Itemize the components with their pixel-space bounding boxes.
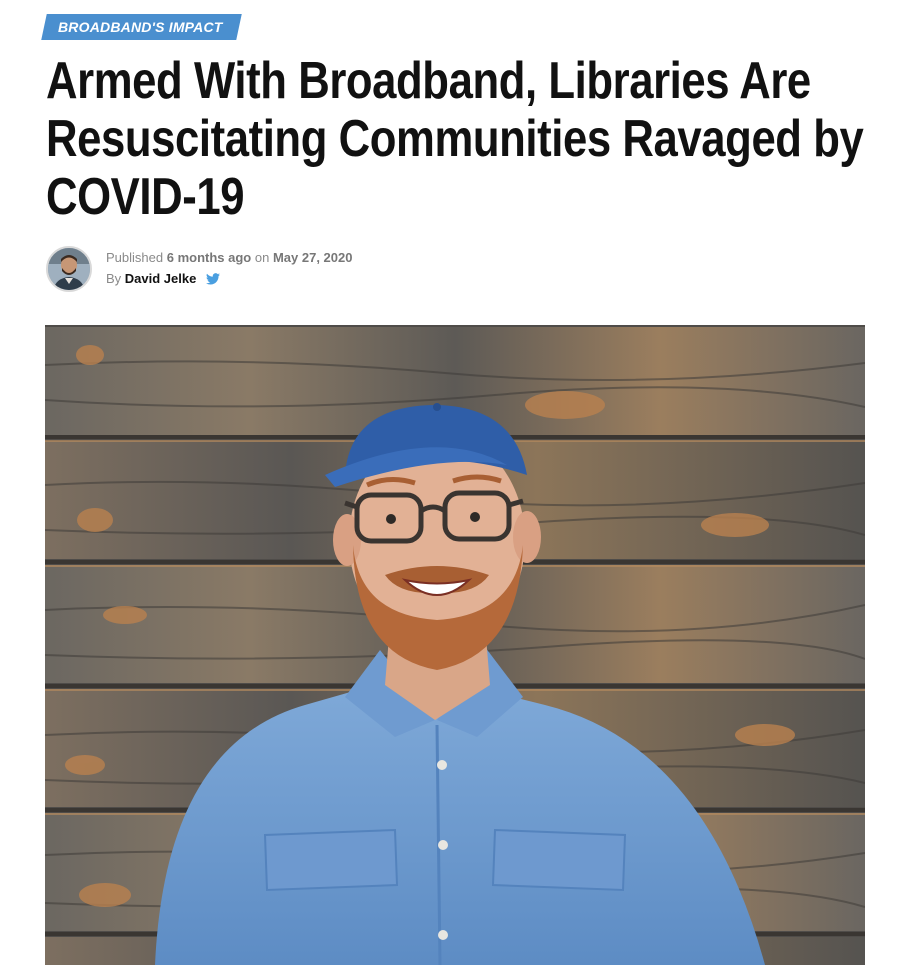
article-meta: Published 6 months ago on May 27, 2020 B… [106,247,352,291]
byline: Published 6 months ago on May 27, 2020 B… [46,246,352,292]
article-page: BROADBAND'S IMPACT Armed With Broadband,… [0,0,915,965]
published-on: on [254,250,270,265]
author-link[interactable]: David Jelke [125,271,197,286]
published-prefix: Published [106,250,164,265]
author-line: By David Jelke [106,268,352,291]
published-relative: 6 months ago [166,250,252,265]
category-label: BROADBAND'S IMPACT [58,19,223,35]
author-avatar[interactable] [46,246,92,292]
hero-image [45,325,865,965]
published-date: May 27, 2020 [272,250,353,265]
article-title: Armed With Broadband, Libraries Are Resu… [46,52,864,226]
category-tag[interactable]: BROADBAND'S IMPACT [41,14,242,40]
by-prefix: By [106,271,122,286]
twitter-icon[interactable] [205,270,220,291]
published-line: Published 6 months ago on May 27, 2020 [106,247,352,268]
